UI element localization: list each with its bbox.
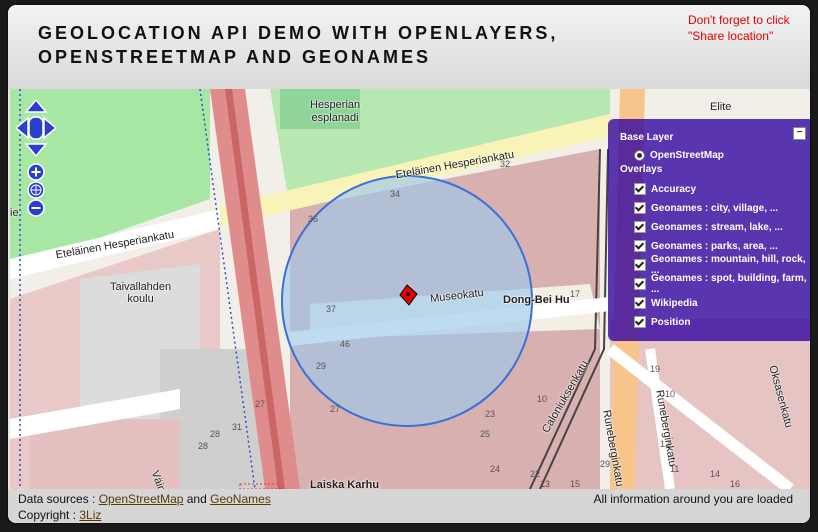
copyright-prefix: Copyright : xyxy=(18,508,80,522)
layer-switcher: − Base Layer OpenStreetMap Overlays Accu… xyxy=(608,119,810,341)
house-number: 29 xyxy=(600,459,611,469)
house-number: 19 xyxy=(650,364,661,374)
house-number: 13 xyxy=(540,479,551,489)
checkbox-icon[interactable] xyxy=(634,202,646,214)
house-number: 46 xyxy=(340,339,351,349)
poi-label: Elite xyxy=(710,101,732,113)
checkbox-icon[interactable] xyxy=(634,316,646,328)
map-viewport[interactable]: Hesperian esplanadi Eteläinen Hesperiank… xyxy=(10,89,810,489)
data-sources-prefix: Data sources : xyxy=(18,492,99,506)
checkbox-icon[interactable] xyxy=(634,297,646,309)
overlay-label: Geonames : city, village, ... xyxy=(651,202,779,214)
copyright: Copyright : 3Liz xyxy=(18,508,101,522)
pan-left-button[interactable] xyxy=(14,116,29,140)
house-number: 11 xyxy=(670,464,680,474)
house-number: 27 xyxy=(330,404,341,414)
app-window: Geolocation API demo with OpenLayers, Op… xyxy=(8,5,810,523)
house-number: 31 xyxy=(232,422,243,432)
house-number: 37 xyxy=(326,304,337,314)
poi-label: Dong-Bei Hu xyxy=(503,294,570,306)
house-number: 29 xyxy=(316,361,327,371)
overlay-item[interactable]: Wikipedia xyxy=(634,295,698,311)
layer-switcher-minimize-button[interactable]: − xyxy=(793,127,806,140)
pan-down-button[interactable] xyxy=(24,143,48,158)
base-layer-label: OpenStreetMap xyxy=(650,149,724,161)
house-number: 34 xyxy=(390,189,401,199)
overlay-item[interactable]: Geonames : mountain, hill, rock, ... xyxy=(634,254,810,276)
house-number: 12 xyxy=(660,439,671,449)
overlay-item[interactable]: Position xyxy=(634,314,690,330)
and-text: and xyxy=(183,492,211,506)
checkbox-icon[interactable] xyxy=(634,183,646,195)
checkbox-icon[interactable] xyxy=(634,278,646,290)
house-number: 16 xyxy=(730,479,741,489)
house-number: 22 xyxy=(530,469,541,479)
load-status: All information around you are loaded xyxy=(593,492,793,506)
checkbox-icon[interactable] xyxy=(634,221,646,233)
page-title: Geolocation API demo with OpenLayers, Op… xyxy=(38,23,559,67)
street-label: Hesperian esplanadi xyxy=(310,99,361,124)
overlay-item[interactable]: Geonames : stream, lake, ... xyxy=(634,219,783,235)
overlay-label: Accuracy xyxy=(651,183,697,195)
house-number: 36 xyxy=(308,214,319,224)
overlay-item[interactable]: Geonames : city, village, ... xyxy=(634,200,778,216)
3liz-link[interactable]: 3Liz xyxy=(79,508,101,522)
house-number: 15 xyxy=(570,479,581,489)
house-number: 23 xyxy=(485,409,496,419)
geonames-link[interactable]: GeoNames xyxy=(210,492,271,506)
base-layer-openstreetmap[interactable]: OpenStreetMap xyxy=(634,147,724,163)
school-label: Taivallahden koulu xyxy=(110,281,172,305)
house-number: 28 xyxy=(198,441,209,451)
house-number: 25 xyxy=(480,429,491,439)
checkbox-icon[interactable] xyxy=(634,240,646,252)
house-number: 27 xyxy=(255,399,266,409)
overlay-label: Geonames : parks, area, ... xyxy=(651,240,778,252)
overlay-label: Geonames : stream, lake, ... xyxy=(651,221,783,233)
house-number: 28 xyxy=(210,429,221,439)
house-number: 10 xyxy=(537,394,548,404)
overlay-label: Geonames : spot, building, farm, ... xyxy=(651,273,807,295)
data-sources: Data sources : OpenStreetMap and GeoName… xyxy=(18,492,271,506)
house-number: 14 xyxy=(710,469,721,479)
house-number: 17 xyxy=(570,289,581,299)
overlay-label: Position xyxy=(651,316,691,328)
page-footer: Data sources : OpenStreetMap and GeoName… xyxy=(8,489,810,523)
overlay-label: Wikipedia xyxy=(651,297,698,309)
overlay-item[interactable]: Geonames : parks, area, ... xyxy=(634,238,778,254)
house-number: 24 xyxy=(490,464,501,474)
house-number: 32 xyxy=(500,159,511,169)
overlays-heading: Overlays xyxy=(620,164,663,175)
pan-right-button[interactable] xyxy=(43,116,58,140)
pan-zoom-control xyxy=(14,98,58,220)
overlay-item[interactable]: Accuracy xyxy=(634,181,696,197)
share-location-notice: Don't forget to click "Share location" xyxy=(688,13,790,43)
pan-up-button[interactable] xyxy=(24,98,48,113)
radio-icon[interactable] xyxy=(634,149,645,161)
openstreetmap-link[interactable]: OpenStreetMap xyxy=(99,492,184,506)
base-layer-heading: Base Layer xyxy=(620,132,674,143)
overlay-item[interactable]: Geonames : spot, building, farm, ... xyxy=(634,273,810,295)
poi-label: Laiska Karhu xyxy=(310,479,380,489)
checkbox-icon[interactable] xyxy=(634,259,646,271)
page-header: Geolocation API demo with OpenLayers, Op… xyxy=(8,5,810,89)
house-number: 10 xyxy=(665,389,676,399)
